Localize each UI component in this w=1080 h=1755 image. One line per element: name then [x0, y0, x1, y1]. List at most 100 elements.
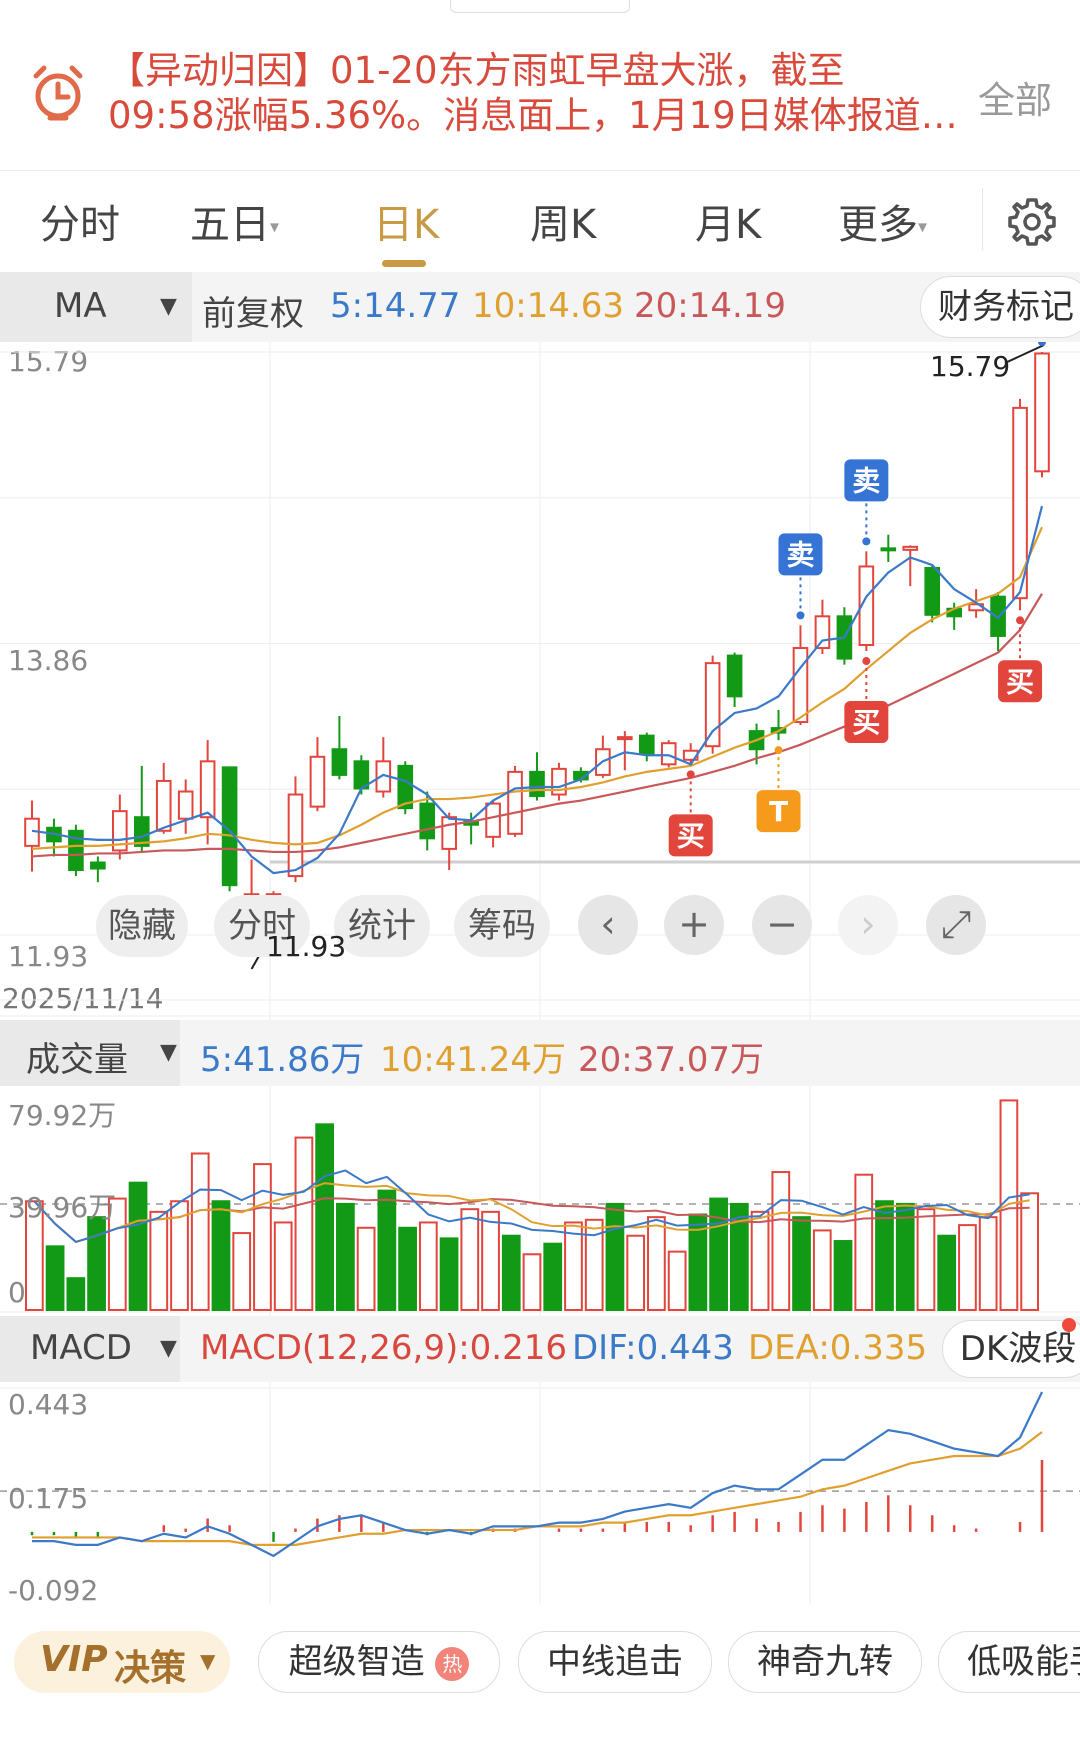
volume-bar [771, 1171, 791, 1312]
volume-bar [564, 1221, 583, 1311]
chips-button[interactable]: 筹码 [454, 895, 550, 957]
chevron-left-icon[interactable]: ‹ [578, 895, 638, 955]
volume-bar [190, 1152, 210, 1311]
hide-button[interactable]: 隐藏 [96, 895, 188, 957]
period-tabs: 分时 五日▾ 日K 周K 月K 更多▾ [0, 172, 1080, 270]
ma-indicator-row: MA ▼ 前复权 5:14.77 10:14.63 20:14.19 财务标记 [0, 272, 1080, 342]
volume-bar [1020, 1192, 1040, 1311]
volume-bar [709, 1197, 728, 1311]
chevron-right-icon[interactable]: › [838, 895, 898, 955]
tab-intraday[interactable]: 分时 [40, 192, 120, 250]
macd-axis-top: 0.443 [8, 1388, 89, 1421]
volume-bar [253, 1163, 272, 1312]
candle [1034, 352, 1050, 473]
tab-daily-k[interactable]: 日K [373, 192, 439, 250]
strategy-super-manufacturing[interactable]: 超级智造 热 [258, 1631, 500, 1693]
volume-bar [626, 1234, 646, 1311]
active-tab-indicator [382, 260, 426, 267]
volume-bar [398, 1226, 417, 1311]
signal-dot [774, 746, 783, 755]
tab-five-day[interactable]: 五日▾ [190, 192, 279, 250]
hot-badge: 热 [435, 1646, 470, 1681]
news-alert-banner[interactable]: 【异动归因】01-20东方雨虹早盘大涨，截至 09:58涨幅5.36%。消息面上… [0, 40, 1080, 170]
volume-selector[interactable]: 成交量 ▼ [0, 1020, 180, 1086]
gear-icon[interactable] [1006, 196, 1058, 248]
tab-five-day-label: 五日 [190, 202, 270, 248]
volume-bar [833, 1240, 853, 1311]
strategy-bar: VIP 决策 ▼ 超级智造 热 中线追击 神奇九转 低吸能手 [0, 1605, 1080, 1715]
dif-line [32, 1391, 1043, 1558]
candle [902, 545, 919, 551]
adjust-mode-label[interactable]: 前复权 [202, 286, 304, 335]
candle [726, 654, 743, 698]
zoom-in-icon[interactable]: + [664, 895, 724, 955]
signal-dot [1016, 616, 1025, 625]
stats-button[interactable]: 统计 [334, 895, 430, 957]
volume-bar [336, 1202, 355, 1312]
candle [704, 662, 721, 748]
volume-bar [294, 1136, 314, 1311]
volume-bar [211, 1200, 231, 1311]
volume-bar [273, 1221, 293, 1311]
candle [792, 647, 809, 724]
macd-selector[interactable]: MACD ▼ [0, 1316, 180, 1382]
ma20-value: 20:14.19 [634, 286, 787, 326]
tab-weekly-k[interactable]: 周K [530, 192, 596, 250]
pull-handle[interactable] [450, 0, 630, 13]
candle [660, 742, 677, 766]
strategy-low-buy[interactable]: 低吸能手 [938, 1631, 1080, 1693]
volume-bar [66, 1277, 86, 1311]
caret-down-icon: ▾ [918, 216, 928, 238]
caret-down-icon: ▼ [160, 1336, 177, 1361]
divider [0, 170, 1080, 171]
dk-wave-button[interactable]: DK波段 [942, 1320, 1080, 1378]
volume-bar [460, 1208, 480, 1312]
signal-dot [862, 537, 871, 546]
divider [982, 188, 983, 250]
volume-bar [812, 1229, 832, 1311]
alert-all-link[interactable]: 全部 [978, 70, 1052, 124]
ma10-value: 10:14.63 [472, 286, 625, 326]
vip-decision-button[interactable]: VIP 决策 ▼ [14, 1631, 230, 1693]
candle [331, 748, 348, 776]
tab-more-label: 更多 [838, 202, 918, 248]
finance-mark-button[interactable]: 财务标记 [920, 276, 1080, 338]
tab-more[interactable]: 更多▾ [838, 192, 927, 250]
ma5-value: 5:14.77 [330, 286, 461, 326]
candle [880, 547, 897, 552]
volume-axis-zero: 0 [8, 1276, 26, 1309]
candle [617, 736, 633, 741]
volume-bar [667, 1250, 687, 1312]
volume-bar [978, 1216, 998, 1312]
dif-value: DIF:0.443 [572, 1328, 734, 1368]
volume-axis-mid: 39.96万 [8, 1191, 117, 1224]
volume-indicator-row: 成交量 ▼ 5:41.86万 10:41.24万 20:37.07万 [0, 1020, 1080, 1086]
dea-line [32, 1431, 1043, 1546]
strategy-midline-chase[interactable]: 中线追击 [518, 1631, 712, 1693]
candle [485, 802, 501, 838]
tab-monthly-k[interactable]: 月K [695, 192, 761, 250]
candle [507, 770, 523, 835]
vip-label: 决策 [114, 1648, 187, 1689]
volume-bar [481, 1210, 500, 1312]
alert-text: 【异动归因】01-20东方雨虹早盘大涨，截至 09:58涨幅5.36%。消息面上… [108, 48, 968, 138]
candle [419, 802, 436, 840]
volume-selector-label: 成交量 [26, 1040, 128, 1080]
volume-bar [315, 1123, 335, 1312]
volume-bar [895, 1202, 915, 1312]
volume-bar [501, 1234, 521, 1311]
zoom-out-icon[interactable]: − [752, 895, 812, 955]
caret-down-icon: ▾ [270, 216, 280, 238]
strategy-magic-nine[interactable]: 神奇九转 [728, 1631, 922, 1693]
volume-bar [937, 1234, 957, 1311]
macd-indicator-row: MACD ▼ MACD(12,26,9):0.216 DIF:0.443 DEA… [0, 1316, 1080, 1382]
stock-chart[interactable]: 买T卖买卖买卖 [0, 342, 1080, 1605]
signal-dot [862, 657, 871, 666]
buy-signal-label: 买 [1006, 665, 1034, 698]
t-signal-label: T [769, 795, 788, 828]
volume-bar [543, 1242, 563, 1311]
alarm-clock-icon [33, 65, 83, 121]
volume-ma5-value: 5:41.86万 [200, 1040, 365, 1080]
ma-selector[interactable]: MA ▼ [0, 272, 192, 342]
fullscreen-icon[interactable]: ⤢ [926, 895, 986, 955]
